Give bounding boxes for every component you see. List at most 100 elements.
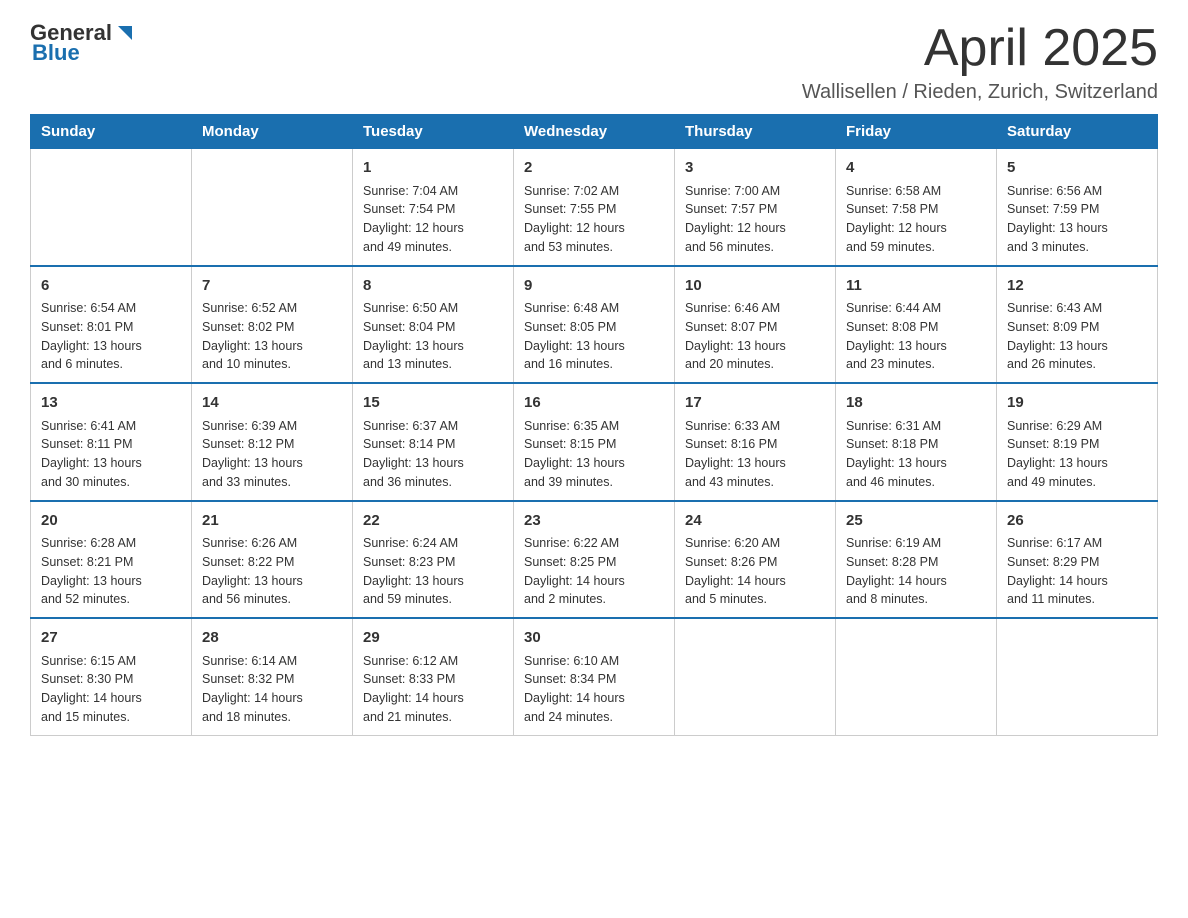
logo: General Blue bbox=[30, 20, 136, 66]
calendar-cell: 7Sunrise: 6:52 AM Sunset: 8:02 PM Daylig… bbox=[192, 266, 353, 384]
calendar-cell: 22Sunrise: 6:24 AM Sunset: 8:23 PM Dayli… bbox=[353, 501, 514, 619]
calendar-cell: 17Sunrise: 6:33 AM Sunset: 8:16 PM Dayli… bbox=[675, 383, 836, 501]
day-info: Sunrise: 7:00 AM Sunset: 7:57 PM Dayligh… bbox=[685, 182, 825, 257]
day-number: 9 bbox=[524, 275, 664, 298]
day-info: Sunrise: 6:50 AM Sunset: 8:04 PM Dayligh… bbox=[363, 299, 503, 374]
day-number: 23 bbox=[524, 510, 664, 533]
calendar-cell: 28Sunrise: 6:14 AM Sunset: 8:32 PM Dayli… bbox=[192, 618, 353, 735]
column-header-tuesday: Tuesday bbox=[353, 115, 514, 149]
calendar-table: SundayMondayTuesdayWednesdayThursdayFrid… bbox=[30, 114, 1158, 736]
day-info: Sunrise: 6:22 AM Sunset: 8:25 PM Dayligh… bbox=[524, 534, 664, 609]
day-number: 22 bbox=[363, 510, 503, 533]
calendar-cell: 2Sunrise: 7:02 AM Sunset: 7:55 PM Daylig… bbox=[514, 149, 675, 266]
day-number: 24 bbox=[685, 510, 825, 533]
day-number: 21 bbox=[202, 510, 342, 533]
day-info: Sunrise: 6:54 AM Sunset: 8:01 PM Dayligh… bbox=[41, 299, 181, 374]
day-info: Sunrise: 7:04 AM Sunset: 7:54 PM Dayligh… bbox=[363, 182, 503, 257]
day-info: Sunrise: 6:12 AM Sunset: 8:33 PM Dayligh… bbox=[363, 652, 503, 727]
logo-triangle-icon bbox=[114, 22, 136, 44]
calendar-cell: 20Sunrise: 6:28 AM Sunset: 8:21 PM Dayli… bbox=[31, 501, 192, 619]
day-info: Sunrise: 6:10 AM Sunset: 8:34 PM Dayligh… bbox=[524, 652, 664, 727]
month-title: April 2025 bbox=[802, 20, 1158, 77]
calendar-cell: 9Sunrise: 6:48 AM Sunset: 8:05 PM Daylig… bbox=[514, 266, 675, 384]
day-info: Sunrise: 6:31 AM Sunset: 8:18 PM Dayligh… bbox=[846, 417, 986, 492]
week-row-1: 1Sunrise: 7:04 AM Sunset: 7:54 PM Daylig… bbox=[31, 149, 1158, 266]
calendar-cell: 1Sunrise: 7:04 AM Sunset: 7:54 PM Daylig… bbox=[353, 149, 514, 266]
calendar-cell bbox=[675, 618, 836, 735]
calendar-cell: 27Sunrise: 6:15 AM Sunset: 8:30 PM Dayli… bbox=[31, 618, 192, 735]
calendar-cell: 25Sunrise: 6:19 AM Sunset: 8:28 PM Dayli… bbox=[836, 501, 997, 619]
day-number: 8 bbox=[363, 275, 503, 298]
calendar-header-row: SundayMondayTuesdayWednesdayThursdayFrid… bbox=[31, 115, 1158, 149]
day-number: 4 bbox=[846, 157, 986, 180]
day-number: 2 bbox=[524, 157, 664, 180]
week-row-5: 27Sunrise: 6:15 AM Sunset: 8:30 PM Dayli… bbox=[31, 618, 1158, 735]
column-header-thursday: Thursday bbox=[675, 115, 836, 149]
day-info: Sunrise: 6:44 AM Sunset: 8:08 PM Dayligh… bbox=[846, 299, 986, 374]
day-info: Sunrise: 6:26 AM Sunset: 8:22 PM Dayligh… bbox=[202, 534, 342, 609]
day-number: 17 bbox=[685, 392, 825, 415]
calendar-cell: 15Sunrise: 6:37 AM Sunset: 8:14 PM Dayli… bbox=[353, 383, 514, 501]
day-number: 27 bbox=[41, 627, 181, 650]
calendar-cell: 12Sunrise: 6:43 AM Sunset: 8:09 PM Dayli… bbox=[997, 266, 1158, 384]
calendar-cell: 23Sunrise: 6:22 AM Sunset: 8:25 PM Dayli… bbox=[514, 501, 675, 619]
day-number: 19 bbox=[1007, 392, 1147, 415]
day-info: Sunrise: 6:39 AM Sunset: 8:12 PM Dayligh… bbox=[202, 417, 342, 492]
calendar-cell: 11Sunrise: 6:44 AM Sunset: 8:08 PM Dayli… bbox=[836, 266, 997, 384]
calendar-cell: 21Sunrise: 6:26 AM Sunset: 8:22 PM Dayli… bbox=[192, 501, 353, 619]
logo-blue-text: Blue bbox=[32, 40, 80, 66]
day-number: 30 bbox=[524, 627, 664, 650]
day-info: Sunrise: 6:28 AM Sunset: 8:21 PM Dayligh… bbox=[41, 534, 181, 609]
day-info: Sunrise: 6:58 AM Sunset: 7:58 PM Dayligh… bbox=[846, 182, 986, 257]
day-info: Sunrise: 6:14 AM Sunset: 8:32 PM Dayligh… bbox=[202, 652, 342, 727]
calendar-cell: 29Sunrise: 6:12 AM Sunset: 8:33 PM Dayli… bbox=[353, 618, 514, 735]
calendar-cell: 16Sunrise: 6:35 AM Sunset: 8:15 PM Dayli… bbox=[514, 383, 675, 501]
week-row-4: 20Sunrise: 6:28 AM Sunset: 8:21 PM Dayli… bbox=[31, 501, 1158, 619]
calendar-cell: 5Sunrise: 6:56 AM Sunset: 7:59 PM Daylig… bbox=[997, 149, 1158, 266]
calendar-cell: 4Sunrise: 6:58 AM Sunset: 7:58 PM Daylig… bbox=[836, 149, 997, 266]
day-number: 26 bbox=[1007, 510, 1147, 533]
calendar-cell bbox=[836, 618, 997, 735]
calendar-cell bbox=[31, 149, 192, 266]
day-info: Sunrise: 6:20 AM Sunset: 8:26 PM Dayligh… bbox=[685, 534, 825, 609]
day-info: Sunrise: 6:41 AM Sunset: 8:11 PM Dayligh… bbox=[41, 417, 181, 492]
day-number: 11 bbox=[846, 275, 986, 298]
column-header-friday: Friday bbox=[836, 115, 997, 149]
day-number: 12 bbox=[1007, 275, 1147, 298]
day-info: Sunrise: 7:02 AM Sunset: 7:55 PM Dayligh… bbox=[524, 182, 664, 257]
day-info: Sunrise: 6:15 AM Sunset: 8:30 PM Dayligh… bbox=[41, 652, 181, 727]
calendar-cell bbox=[997, 618, 1158, 735]
day-info: Sunrise: 6:33 AM Sunset: 8:16 PM Dayligh… bbox=[685, 417, 825, 492]
day-info: Sunrise: 6:52 AM Sunset: 8:02 PM Dayligh… bbox=[202, 299, 342, 374]
calendar-cell: 3Sunrise: 7:00 AM Sunset: 7:57 PM Daylig… bbox=[675, 149, 836, 266]
day-number: 18 bbox=[846, 392, 986, 415]
day-info: Sunrise: 6:17 AM Sunset: 8:29 PM Dayligh… bbox=[1007, 534, 1147, 609]
day-number: 28 bbox=[202, 627, 342, 650]
column-header-monday: Monday bbox=[192, 115, 353, 149]
day-info: Sunrise: 6:35 AM Sunset: 8:15 PM Dayligh… bbox=[524, 417, 664, 492]
day-number: 5 bbox=[1007, 157, 1147, 180]
calendar-cell: 14Sunrise: 6:39 AM Sunset: 8:12 PM Dayli… bbox=[192, 383, 353, 501]
day-info: Sunrise: 6:46 AM Sunset: 8:07 PM Dayligh… bbox=[685, 299, 825, 374]
day-number: 10 bbox=[685, 275, 825, 298]
calendar-cell: 30Sunrise: 6:10 AM Sunset: 8:34 PM Dayli… bbox=[514, 618, 675, 735]
calendar-cell: 10Sunrise: 6:46 AM Sunset: 8:07 PM Dayli… bbox=[675, 266, 836, 384]
calendar-cell: 8Sunrise: 6:50 AM Sunset: 8:04 PM Daylig… bbox=[353, 266, 514, 384]
calendar-cell: 13Sunrise: 6:41 AM Sunset: 8:11 PM Dayli… bbox=[31, 383, 192, 501]
day-info: Sunrise: 6:24 AM Sunset: 8:23 PM Dayligh… bbox=[363, 534, 503, 609]
column-header-saturday: Saturday bbox=[997, 115, 1158, 149]
day-number: 20 bbox=[41, 510, 181, 533]
day-number: 25 bbox=[846, 510, 986, 533]
day-number: 16 bbox=[524, 392, 664, 415]
day-number: 6 bbox=[41, 275, 181, 298]
day-number: 7 bbox=[202, 275, 342, 298]
calendar-cell: 24Sunrise: 6:20 AM Sunset: 8:26 PM Dayli… bbox=[675, 501, 836, 619]
calendar-cell: 6Sunrise: 6:54 AM Sunset: 8:01 PM Daylig… bbox=[31, 266, 192, 384]
calendar-cell: 26Sunrise: 6:17 AM Sunset: 8:29 PM Dayli… bbox=[997, 501, 1158, 619]
day-number: 14 bbox=[202, 392, 342, 415]
day-number: 15 bbox=[363, 392, 503, 415]
location-title: Wallisellen / Rieden, Zurich, Switzerlan… bbox=[802, 81, 1158, 104]
day-number: 29 bbox=[363, 627, 503, 650]
day-info: Sunrise: 6:48 AM Sunset: 8:05 PM Dayligh… bbox=[524, 299, 664, 374]
day-info: Sunrise: 6:37 AM Sunset: 8:14 PM Dayligh… bbox=[363, 417, 503, 492]
